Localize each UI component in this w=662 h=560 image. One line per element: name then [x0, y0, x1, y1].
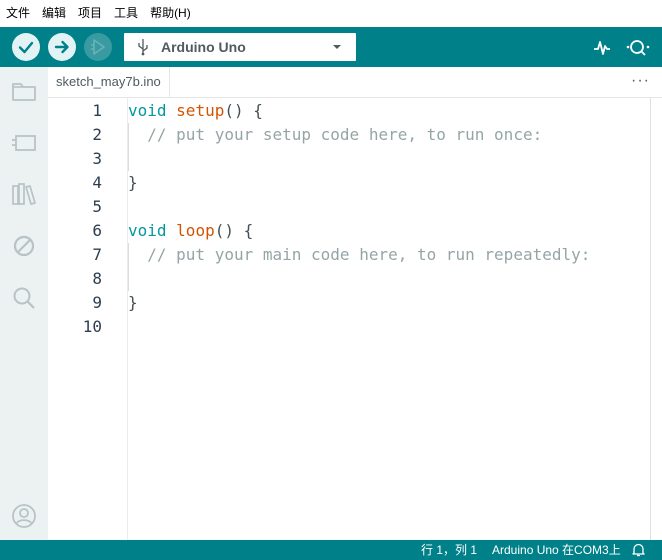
- board-icon: [12, 135, 36, 151]
- debug-button[interactable]: [84, 33, 112, 61]
- tab-more-button[interactable]: ···: [631, 67, 650, 95]
- verify-button[interactable]: [12, 33, 40, 61]
- line-number: 1: [92, 101, 102, 120]
- search-icon: [13, 287, 35, 309]
- editor-tab-bar: sketch_may7b.ino ···: [48, 67, 662, 98]
- library-icon: [12, 183, 36, 205]
- code-line: void setup() {: [128, 99, 263, 123]
- menu-file[interactable]: 文件: [0, 0, 36, 27]
- function-token: setup: [176, 101, 225, 120]
- line-number: 9: [92, 293, 102, 312]
- serial-plotter-button[interactable]: [592, 38, 612, 58]
- check-icon: [18, 41, 34, 54]
- indent-guide: [128, 267, 129, 291]
- code-line: void loop() {: [128, 219, 253, 243]
- library-manager-button[interactable]: [10, 180, 38, 208]
- line-number: 4: [92, 173, 102, 192]
- board-name: Arduino Uno: [161, 39, 246, 55]
- boards-manager-button[interactable]: [10, 129, 38, 157]
- line-number: 10: [82, 317, 102, 336]
- cursor-position[interactable]: 行 1，列 1: [421, 540, 477, 560]
- line-number: 7: [92, 245, 102, 264]
- account-icon: [12, 504, 36, 528]
- code-line: }: [128, 291, 138, 315]
- line-number: 5: [92, 197, 102, 216]
- function-token: loop: [176, 221, 215, 240]
- line-number: 2: [92, 125, 102, 144]
- editor-scrollbar[interactable]: [650, 98, 662, 540]
- code-token: }: [128, 173, 138, 192]
- line-number: 3: [92, 149, 102, 168]
- menu-help[interactable]: 帮助(H): [144, 0, 197, 27]
- comment-token: // put your main code here, to run repea…: [147, 245, 591, 264]
- debug-play-icon: [91, 39, 105, 55]
- status-board-port[interactable]: Arduino Uno 在COM3上: [492, 540, 621, 560]
- folder-icon: [12, 83, 36, 101]
- sketchbook-button[interactable]: [10, 77, 38, 105]
- status-bar: 行 1，列 1 Arduino Uno 在COM3上: [0, 540, 662, 560]
- account-button[interactable]: [10, 502, 38, 530]
- menu-tools[interactable]: 工具: [108, 0, 144, 27]
- indent-guide: [128, 147, 129, 171]
- board-selector[interactable]: Arduino Uno: [124, 33, 356, 61]
- code-token: }: [128, 293, 138, 312]
- line-number: 6: [92, 221, 102, 240]
- keyword-token: void: [128, 221, 167, 240]
- code-line: // put your main code here, to run repea…: [128, 243, 590, 267]
- serial-monitor-button[interactable]: [626, 38, 652, 58]
- usb-icon: [138, 39, 148, 56]
- menu-edit[interactable]: 编辑: [36, 0, 72, 27]
- menu-sketch[interactable]: 项目: [72, 0, 108, 27]
- menu-bar: 文件 编辑 项目 工具 帮助(H): [0, 0, 662, 27]
- comment-token: // put your setup code here, to run once…: [147, 125, 543, 144]
- line-number: 8: [92, 269, 102, 288]
- search-sidebar-button[interactable]: [10, 284, 38, 312]
- keyword-token: void: [128, 101, 167, 120]
- code-editor[interactable]: [48, 98, 662, 540]
- bell-icon[interactable]: [632, 543, 645, 557]
- sidebar: [0, 67, 48, 540]
- chevron-down-icon: [333, 45, 341, 49]
- code-token: () {: [224, 101, 263, 120]
- upload-button[interactable]: [48, 33, 76, 61]
- code-line: // put your setup code here, to run once…: [128, 123, 542, 147]
- debug-sidebar-button[interactable]: [10, 232, 38, 260]
- code-line: }: [128, 171, 138, 195]
- tab-sketch[interactable]: sketch_may7b.ino: [48, 67, 170, 97]
- arrow-right-icon: [54, 40, 69, 54]
- code-token: () {: [214, 221, 254, 240]
- debug-circle-slash-icon: [13, 235, 35, 257]
